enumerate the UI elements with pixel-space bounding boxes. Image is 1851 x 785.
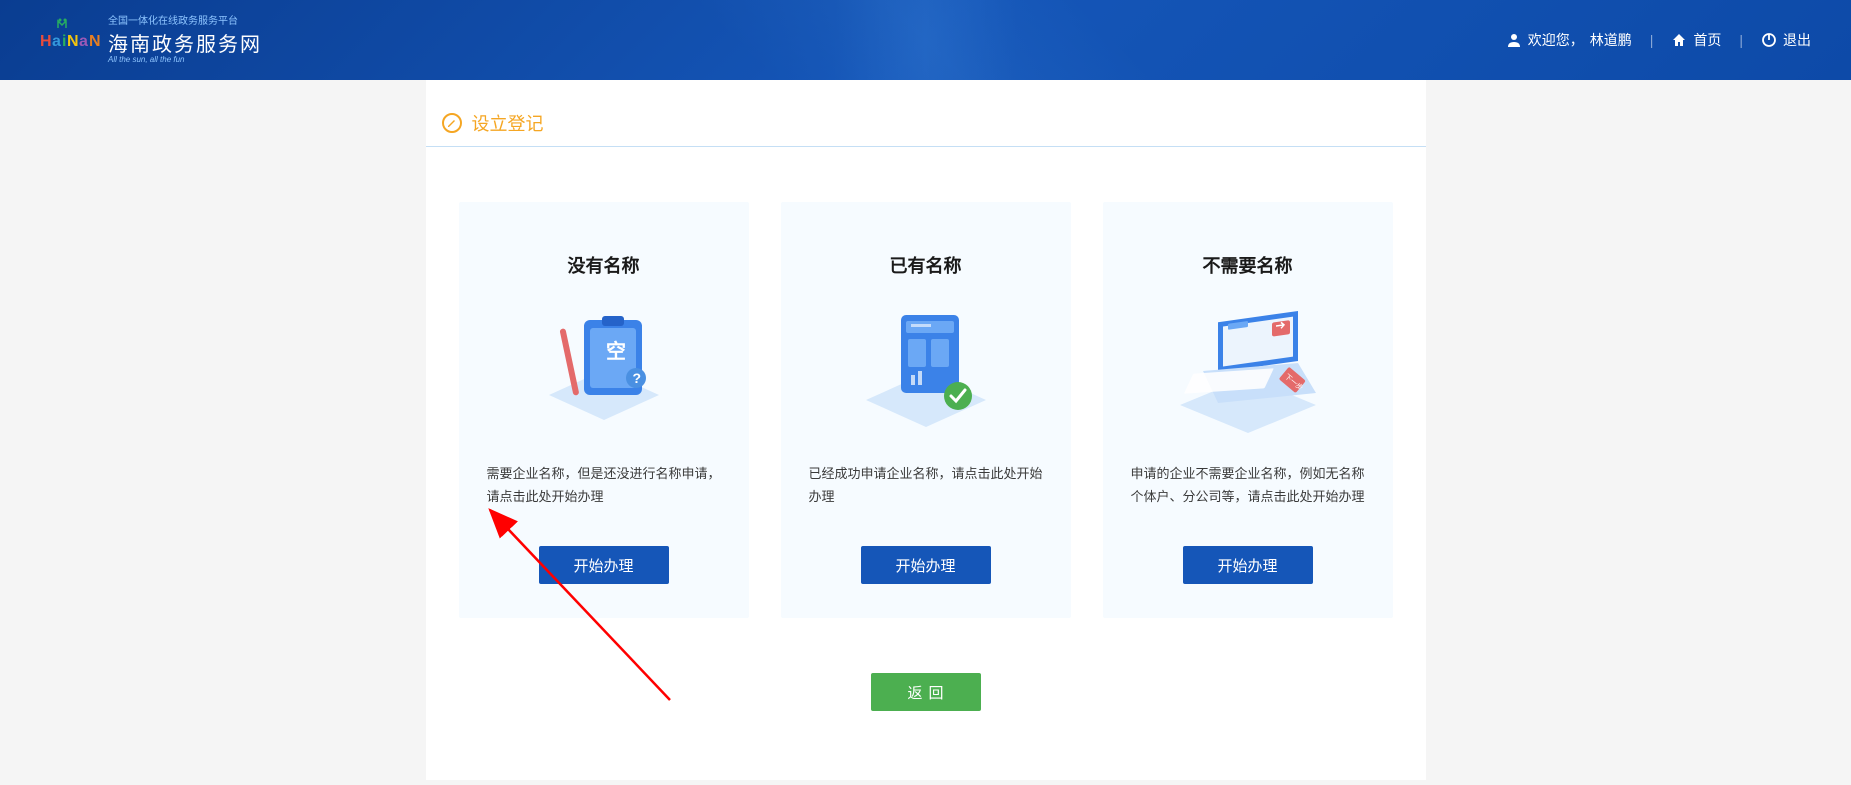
logout-link[interactable]: 退出 [1761, 30, 1811, 50]
start-button-no-name[interactable]: 开始办理 [539, 546, 669, 584]
logout-label: 退出 [1783, 30, 1811, 50]
hainan-logo-icon: H a i N a N [40, 18, 100, 63]
back-button[interactable]: 返回 [871, 673, 981, 711]
svg-text:空: 空 [606, 339, 626, 363]
card-description: 已经成功申请企业名称，请点击此处开始办理 [809, 462, 1043, 516]
logo-text: 全国一体化在线政务服务平台 海南政务服务网 All the sun, all t… [108, 16, 262, 64]
svg-text:?: ? [632, 370, 641, 386]
svg-text:a: a [52, 33, 61, 50]
start-button-has-name[interactable]: 开始办理 [861, 546, 991, 584]
clipboard-empty-icon: 空 ? [524, 300, 684, 440]
home-icon [1671, 32, 1687, 48]
welcome-prefix: 欢迎您， [1528, 30, 1584, 50]
logout-icon [1761, 32, 1777, 48]
svg-text:N: N [67, 33, 79, 50]
svg-text:a: a [79, 33, 88, 50]
card-title: 没有名称 [487, 252, 721, 278]
logo-subtitle: 全国一体化在线政务服务平台 [108, 16, 262, 28]
username: 林道鹏 [1590, 30, 1632, 50]
card-description: 需要企业名称，但是还没进行名称申请，请点击此处开始办理 [487, 462, 721, 516]
home-link[interactable]: 首页 [1671, 30, 1721, 50]
site-header: H a i N a N 全国一体化在线政务服务平台 海南政务服务网 All th… [0, 0, 1851, 80]
logo-area: H a i N a N 全国一体化在线政务服务平台 海南政务服务网 All th… [40, 16, 262, 64]
card-description: 申请的企业不需要企业名称，例如无名称个体户、分公司等，请点击此处开始办理 [1131, 462, 1365, 516]
home-label: 首页 [1693, 30, 1721, 50]
user-welcome[interactable]: 欢迎您， 林道鹏 [1506, 30, 1632, 50]
svg-text:i: i [62, 33, 66, 50]
card-no-need-name: 不需要名称 [1103, 202, 1393, 618]
card-title: 不需要名称 [1131, 252, 1365, 278]
svg-text:N: N [89, 33, 100, 50]
section-title: 设立登记 [472, 110, 544, 136]
card-title: 已有名称 [809, 252, 1043, 278]
separator: | [1739, 32, 1743, 48]
laptop-icon: 下一步 [1168, 300, 1328, 440]
logo-title: 海南政务服务网 [108, 28, 262, 57]
section-header: 设立登记 [426, 110, 1426, 147]
user-icon [1506, 32, 1522, 48]
card-has-name: 已有名称 [781, 202, 1071, 618]
start-button-no-need-name[interactable]: 开始办理 [1183, 546, 1313, 584]
header-nav: 欢迎您， 林道鹏 | 首页 | 退出 [1506, 30, 1811, 50]
clipboard-check-icon [846, 300, 1006, 440]
svg-text:H: H [40, 33, 52, 50]
edit-circle-icon [442, 113, 462, 133]
option-cards: 没有名称 空 ? 需要企业名称，但是 [426, 202, 1426, 618]
card-no-name: 没有名称 空 ? 需要企业名称，但是 [459, 202, 749, 618]
separator: | [1650, 32, 1654, 48]
back-button-wrapper: 返回 [426, 673, 1426, 711]
main-content: 设立登记 没有名称 空 ? [426, 80, 1426, 780]
logo-tagline: All the sun, all the fun [108, 55, 262, 64]
